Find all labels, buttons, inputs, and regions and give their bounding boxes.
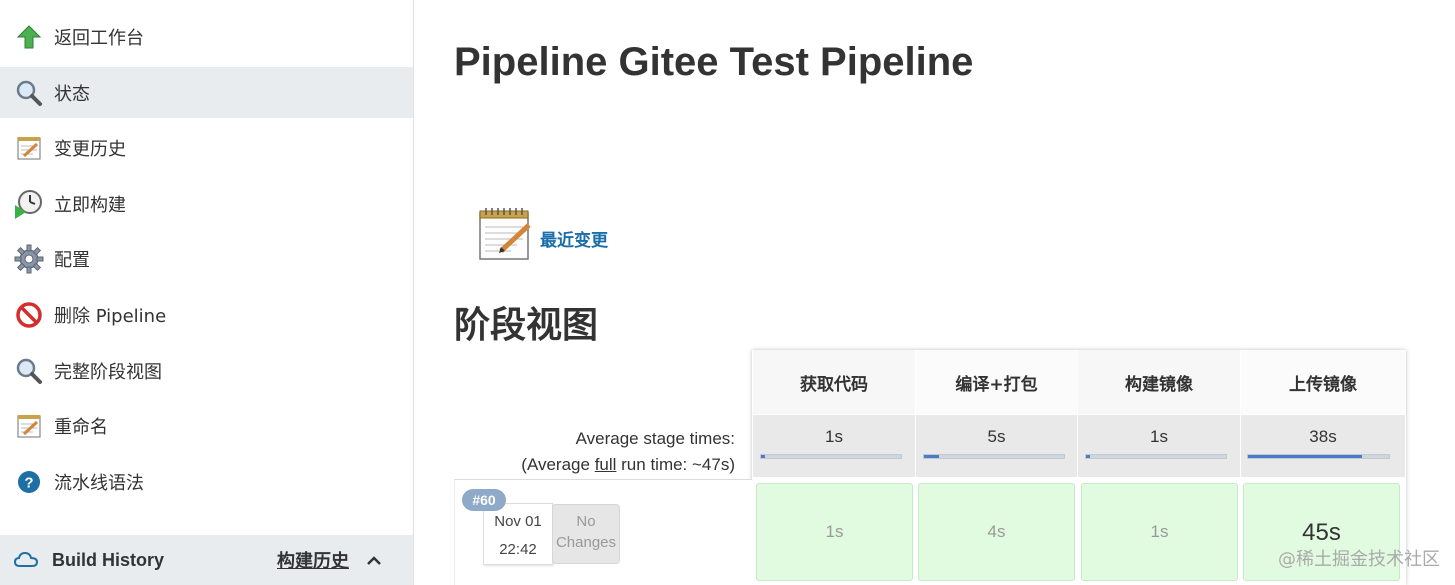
run-date-card[interactable]: Nov 01 22:42 — [483, 503, 553, 565]
average-stage-times-label: Average stage times: (Average full run t… — [521, 426, 735, 478]
magnifier-icon — [14, 356, 44, 386]
sidebar-item-build-now[interactable]: 立即构建 — [0, 177, 413, 231]
sidebar-item-label: 状态 — [54, 83, 90, 105]
avg-time-cell: 38s — [1241, 415, 1405, 477]
sidebar-item-label: 流水线语法 — [54, 473, 144, 494]
notepad-icon — [14, 411, 44, 441]
sidebar-item-label: 变更历史 — [54, 139, 126, 160]
run-date: Nov 01 — [494, 513, 542, 530]
avg-time-bar-fill — [1248, 455, 1363, 458]
avg-time: 38s — [1309, 427, 1337, 446]
stage-result-cell[interactable]: 1s — [756, 483, 913, 581]
sidebar-item-full-stage-view[interactable]: 完整阶段视图 — [0, 344, 413, 398]
avg-time-bar — [1247, 454, 1390, 459]
avg-suffix: run time: ~47s) — [616, 455, 735, 474]
recent-changes-link[interactable]: 最近变更 — [540, 226, 608, 251]
average-run-time-line2: (Average full run time: ~47s) — [521, 452, 735, 478]
avg-time-bar-fill — [1086, 455, 1091, 458]
avg-time-cell: 1s — [753, 415, 915, 477]
sidebar-item-status[interactable]: 状态 — [0, 67, 413, 118]
stage-header: 编译+打包 — [916, 350, 1077, 414]
avg-time-bar — [923, 454, 1065, 459]
stage-view-heading: 阶段视图 — [454, 305, 599, 346]
sidebar-item-label: 返回工作台 — [54, 28, 144, 49]
arrow-up-icon — [14, 22, 44, 52]
build-history-title: Build History — [52, 549, 165, 570]
page-title: Pipeline Gitee Test Pipeline — [454, 40, 974, 84]
stage-header: 获取代码 — [753, 350, 915, 414]
sidebar-item-change-history[interactable]: 变更历史 — [0, 121, 413, 175]
stage-header: 构建镜像 — [1078, 350, 1240, 414]
build-history-bar: Build History 构建历史 — [0, 535, 413, 585]
stage-result-cell[interactable]: 4s — [918, 483, 1075, 581]
sidebar-item-delete-pipeline[interactable]: 删除 Pipeline — [0, 288, 413, 342]
stage-result-cell[interactable]: 1s — [1081, 483, 1238, 581]
average-stage-times-line1: Average stage times: — [575, 429, 735, 448]
avg-time-cell: 5s — [916, 415, 1077, 477]
no-changes-box: No Changes — [552, 504, 620, 564]
sidebar-item-label: 配置 — [54, 250, 90, 271]
avg-full-link[interactable]: full — [595, 455, 617, 474]
help-icon: ? — [14, 467, 44, 497]
sidebar-item-label: 完整阶段视图 — [54, 362, 162, 383]
magnifier-icon — [14, 78, 44, 108]
sidebar-item-pipeline-syntax[interactable]: ? 流水线语法 — [0, 455, 413, 509]
cloud-icon — [13, 549, 39, 571]
gear-icon — [14, 244, 44, 274]
avg-time-bar — [1085, 454, 1227, 459]
no-entry-icon — [14, 300, 44, 330]
svg-text:?: ? — [24, 475, 33, 492]
avg-time-cell: 1s — [1078, 415, 1240, 477]
run-number-badge[interactable]: #60 — [462, 489, 506, 511]
avg-time-bar-fill — [924, 455, 940, 458]
notepad-icon[interactable] — [477, 205, 533, 263]
chevron-up-icon[interactable] — [364, 551, 384, 571]
sidebar-item-rename[interactable]: 重命名 — [0, 399, 413, 453]
avg-time-bar — [760, 454, 902, 459]
sidebar-item-back-to-dashboard[interactable]: 返回工作台 — [0, 10, 413, 64]
avg-prefix: (Average — [521, 455, 595, 474]
sidebar-item-label: 重命名 — [54, 417, 108, 438]
stage-header: 上传镜像 — [1241, 350, 1405, 414]
sidebar: 返回工作台 状态 变更历史 立即构建 配置 删除 Pipeline 完整阶段视图… — [0, 0, 414, 585]
watermark: @稀土掘金技术社区 — [1278, 549, 1440, 570]
avg-time-bar-fill — [761, 455, 766, 458]
sidebar-item-label: 立即构建 — [54, 195, 126, 216]
run-time: 22:42 — [499, 541, 537, 558]
clock-play-icon — [14, 189, 44, 219]
avg-time: 1s — [825, 427, 843, 446]
avg-time: 5s — [987, 427, 1006, 446]
build-history-link[interactable]: 构建历史 — [277, 547, 349, 573]
notepad-icon — [14, 133, 44, 163]
avg-time: 1s — [1150, 427, 1168, 446]
sidebar-item-configure[interactable]: 配置 — [0, 232, 413, 286]
sidebar-item-label: 删除 Pipeline — [54, 306, 167, 327]
